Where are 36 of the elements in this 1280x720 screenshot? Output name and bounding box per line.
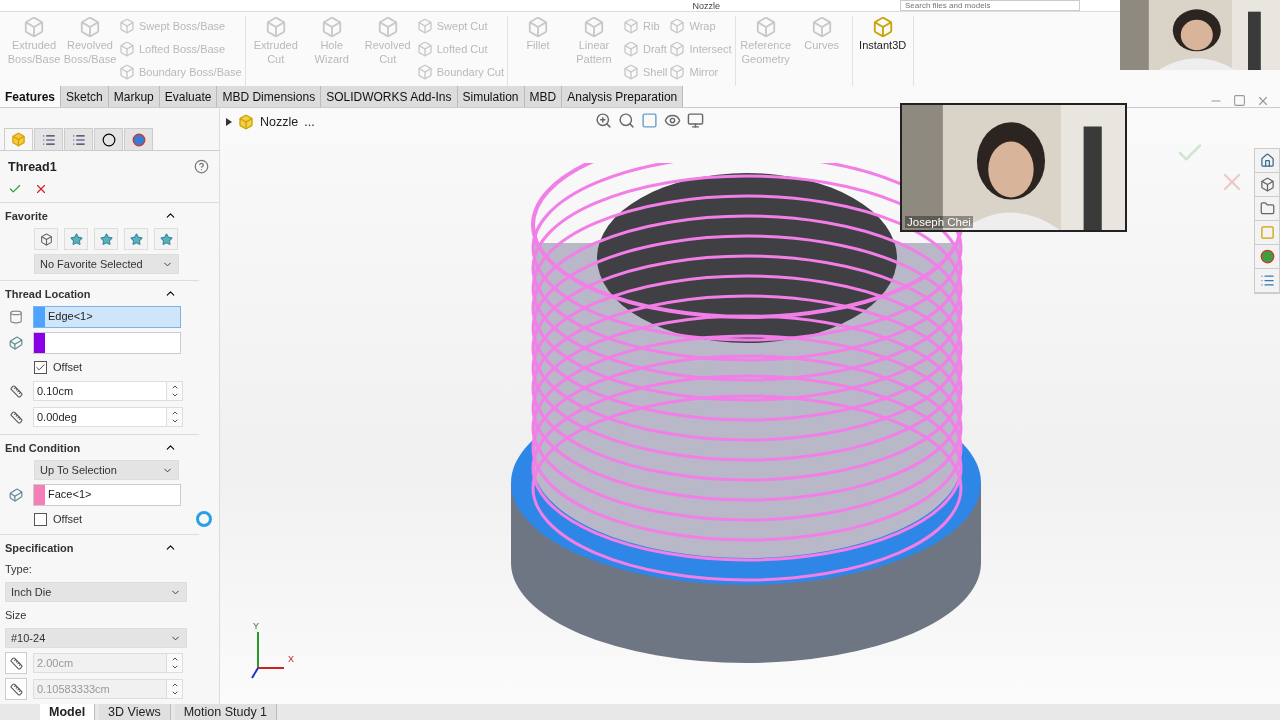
tree-item[interactable]: Nozzle — [260, 115, 299, 129]
section-title: Specification — [5, 541, 74, 554]
field-label: Size — [5, 609, 27, 621]
document-title: Nozzle — [692, 0, 720, 11]
ribbon-button[interactable]: Instant3D — [855, 16, 910, 86]
number-field[interactable]: 0.00deg — [33, 407, 183, 427]
selection-field[interactable]: Edge<1> — [33, 306, 181, 328]
ribbon-tab[interactable]: Simulation — [457, 86, 525, 107]
checkbox-label: Offset — [53, 513, 83, 525]
model-tab[interactable]: Model — [40, 704, 96, 720]
ribbon-tab[interactable]: Markup — [108, 86, 160, 107]
ribbon-tab[interactable]: Analysis Preparation — [562, 86, 684, 107]
model-tab[interactable]: Motion Study 1 — [174, 704, 278, 720]
ribbon-tab[interactable]: SOLIDWORKS Add-Ins — [321, 86, 458, 107]
number-field[interactable]: 0.10cm — [33, 381, 183, 401]
feature-title: Thread1 — [8, 159, 57, 174]
ribbon-tab[interactable]: MBD Dimensions — [217, 86, 322, 107]
ribbon-tab[interactable]: Evaluate — [159, 86, 218, 107]
more-text: ... — [304, 115, 315, 129]
dropdown[interactable]: No Favorite Selected — [34, 254, 179, 274]
axis-label: Y — [253, 621, 259, 631]
dropdown[interactable]: #10-24 — [5, 628, 187, 648]
model-tab[interactable]: 3D Views — [99, 704, 171, 720]
dropdown[interactable]: Inch Die — [5, 582, 187, 602]
section-title: Favorite — [5, 209, 48, 222]
selection-field[interactable]: Face<1> — [33, 484, 181, 506]
section-title: Thread Location — [5, 287, 91, 300]
axis-label: X — [288, 654, 294, 664]
section-title: End Condition — [5, 441, 81, 454]
ribbon-tab[interactable]: Sketch — [61, 86, 109, 107]
checkbox-label: Offset — [53, 361, 83, 373]
ribbon-tab[interactable]: MBD — [524, 86, 563, 107]
participant-name: Joseph Chei — [905, 216, 973, 228]
search-field[interactable]: Search files and models — [900, 0, 1080, 11]
field-label: Type: — [5, 563, 32, 575]
dropdown[interactable]: Up To Selection — [34, 460, 179, 480]
